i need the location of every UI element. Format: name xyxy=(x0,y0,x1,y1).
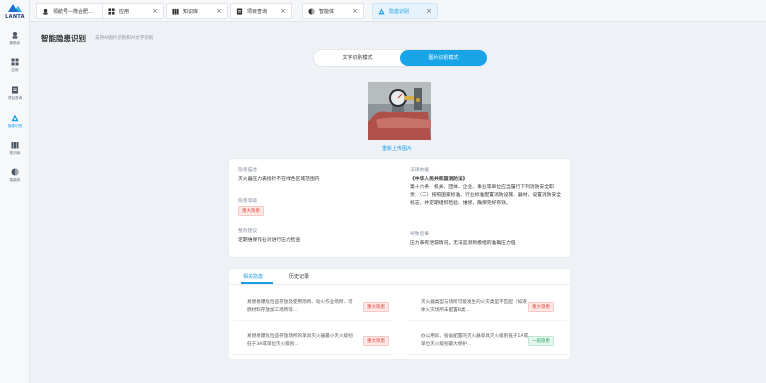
page-subtitle: 支持AI图片识别和AI文字识别 xyxy=(95,36,154,41)
hazard-icon xyxy=(11,114,19,122)
description-value: 灭火器压力表指针不在绿色区域范围内 xyxy=(238,177,320,182)
level-badge: 一般隐患 xyxy=(528,336,554,346)
sidebar: LANTA 新助手 应用 项目查询 隐患识别 知识库 智能体 xyxy=(0,0,30,383)
tab-label: 项目查询 xyxy=(247,9,268,15)
consequence-value: 压力表有泄漏情况，无法监测到模组的准确压力值 xyxy=(410,241,516,246)
sidebar-item-label: 应用 xyxy=(11,68,19,72)
level-badge: 重大隐患 xyxy=(363,302,389,312)
suggestion-label: 整改建议 xyxy=(238,229,258,234)
tab-apps[interactable]: 应用 × xyxy=(102,3,164,19)
assistant-icon xyxy=(12,32,18,39)
sidebar-item-label: 知识库 xyxy=(9,151,21,155)
fire-extinguisher-image xyxy=(368,82,431,140)
reupload-link[interactable]: 重新上传图片 xyxy=(382,145,412,152)
logo-mark-icon xyxy=(8,4,22,12)
close-icon[interactable]: × xyxy=(152,7,158,15)
item-text: 办公用房、宿舍配置的灭火器单具灭火级别低于1A或单位灭火级别最大保护... xyxy=(421,334,529,347)
law-value: 第十六条 机关、团体、企业、事业等单位应当履行下列消防安全职责：（二）按照国家标… xyxy=(410,185,562,206)
tab-project[interactable]: 项目查询 × xyxy=(230,3,292,19)
tab-agent[interactable]: 智能体 × xyxy=(302,3,364,19)
sidebar-item-label: 隐患识别 xyxy=(7,124,23,128)
project-icon xyxy=(236,8,243,15)
level-label: 隐患等级 xyxy=(238,199,258,204)
text-mode-button[interactable]: 文字识别模式 xyxy=(314,50,401,66)
sidebar-item-apps[interactable]: 应用 xyxy=(0,58,30,78)
suggestion-value: 定期维保作业对进行压力检查 xyxy=(238,238,301,243)
tab-label: 知识库 xyxy=(183,9,199,15)
tab-label: 隐患识别 xyxy=(389,9,410,15)
list-item[interactable]: 灭火器类型与场所可能发生的火灾类型不匹配（如液体火灾场所未配置B类... 重大隐… xyxy=(407,291,567,321)
sidebar-item-assistant[interactable]: 新助手 xyxy=(0,31,30,51)
sidebar-item-label: 项目查询 xyxy=(7,96,23,100)
hazard-detail-card: 隐患描述 灭火器压力表指针不在绿色区域范围内 隐患等级 重大隐患 整改建议 定期… xyxy=(228,158,571,258)
tab-knowledge[interactable]: 知识库 × xyxy=(166,3,228,19)
apps-icon xyxy=(11,58,19,66)
item-text: 易燃易爆危险品存放场所的单具灭火器最小灭火级别低于3A或单位灭火级别... xyxy=(247,334,353,347)
close-icon[interactable]: × xyxy=(280,7,286,15)
item-text: 灭火器类型与场所可能发生的火灾类型不匹配（如液体火灾场所未配置B类... xyxy=(421,300,527,313)
knowledge-icon xyxy=(172,8,179,15)
tab-label: 智能体 xyxy=(319,9,335,15)
agent-icon xyxy=(11,168,19,176)
image-mode-button[interactable]: 图片识别模式 xyxy=(400,50,487,66)
sidebar-item-label: 智能体 xyxy=(9,178,21,182)
level-badge: 重大隐患 xyxy=(238,206,264,216)
list-item[interactable]: 易燃易爆危险品存放场所的单具灭火器最小灭火级别低于3A或单位灭火级别... 重大… xyxy=(233,325,393,355)
uploaded-photo xyxy=(368,82,431,140)
hazard-icon xyxy=(378,8,385,15)
item-text: 易燃易爆危险品存放及使用场所、动火作业场所、可燃材料存放加工场所等... xyxy=(247,300,353,313)
consequence-label: 导致后果 xyxy=(410,232,430,237)
close-icon[interactable]: × xyxy=(352,7,358,15)
related-card: 相关隐患 历史记录 易燃易爆危险品存放及使用场所、动火作业场所、可燃材料存放加工… xyxy=(228,268,572,360)
tab-label: 应用 xyxy=(119,9,130,15)
assistant-icon xyxy=(43,8,48,15)
logo-text: LANTA xyxy=(5,14,25,20)
tab-related-hazards[interactable]: 相关隐患 xyxy=(243,273,263,280)
logo[interactable]: LANTA xyxy=(2,3,28,23)
sidebar-item-agent[interactable]: 智能体 xyxy=(0,168,30,188)
close-icon[interactable]: × xyxy=(426,7,432,15)
sidebar-item-label: 新助手 xyxy=(9,41,21,45)
law-label: 法律依据 xyxy=(410,168,430,173)
tab-bar: 领航号—熊合肥... 应用 × 知识库 × 项目查询 × 智能体 × 隐患识别 … xyxy=(30,0,766,22)
level-badge: 重大隐患 xyxy=(363,336,389,346)
page-title: 智能隐患识别 xyxy=(41,34,86,43)
tab-history[interactable]: 历史记录 xyxy=(289,273,309,280)
tab-hazard[interactable]: 隐患识别 × xyxy=(372,3,438,19)
agent-icon xyxy=(308,8,315,15)
list-item[interactable]: 易燃易爆危险品存放及使用场所、动火作业场所、可燃材料存放加工场所等... 重大隐… xyxy=(233,291,393,321)
apps-icon xyxy=(108,8,115,15)
divider xyxy=(229,284,572,285)
close-icon[interactable]: × xyxy=(216,7,222,15)
list-item[interactable]: 办公用房、宿舍配置的灭火器单具灭火级别低于1A或单位灭火级别最大保护... 一般… xyxy=(407,325,567,355)
sidebar-item-hazard[interactable]: 隐患识别 xyxy=(0,114,30,134)
law-title: 《中华人民共和国消防法》 xyxy=(410,177,468,182)
project-icon xyxy=(12,86,18,94)
sidebar-item-knowledge[interactable]: 知识库 xyxy=(0,141,30,161)
description-label: 隐患描述 xyxy=(238,168,258,173)
tab-label: 领航号—熊合肥... xyxy=(53,9,93,15)
mode-toggle: 文字识别模式 图片识别模式 xyxy=(313,49,487,67)
sidebar-item-project[interactable]: 项目查询 xyxy=(0,86,30,106)
level-badge: 重大隐患 xyxy=(528,302,554,312)
knowledge-icon xyxy=(11,142,19,149)
